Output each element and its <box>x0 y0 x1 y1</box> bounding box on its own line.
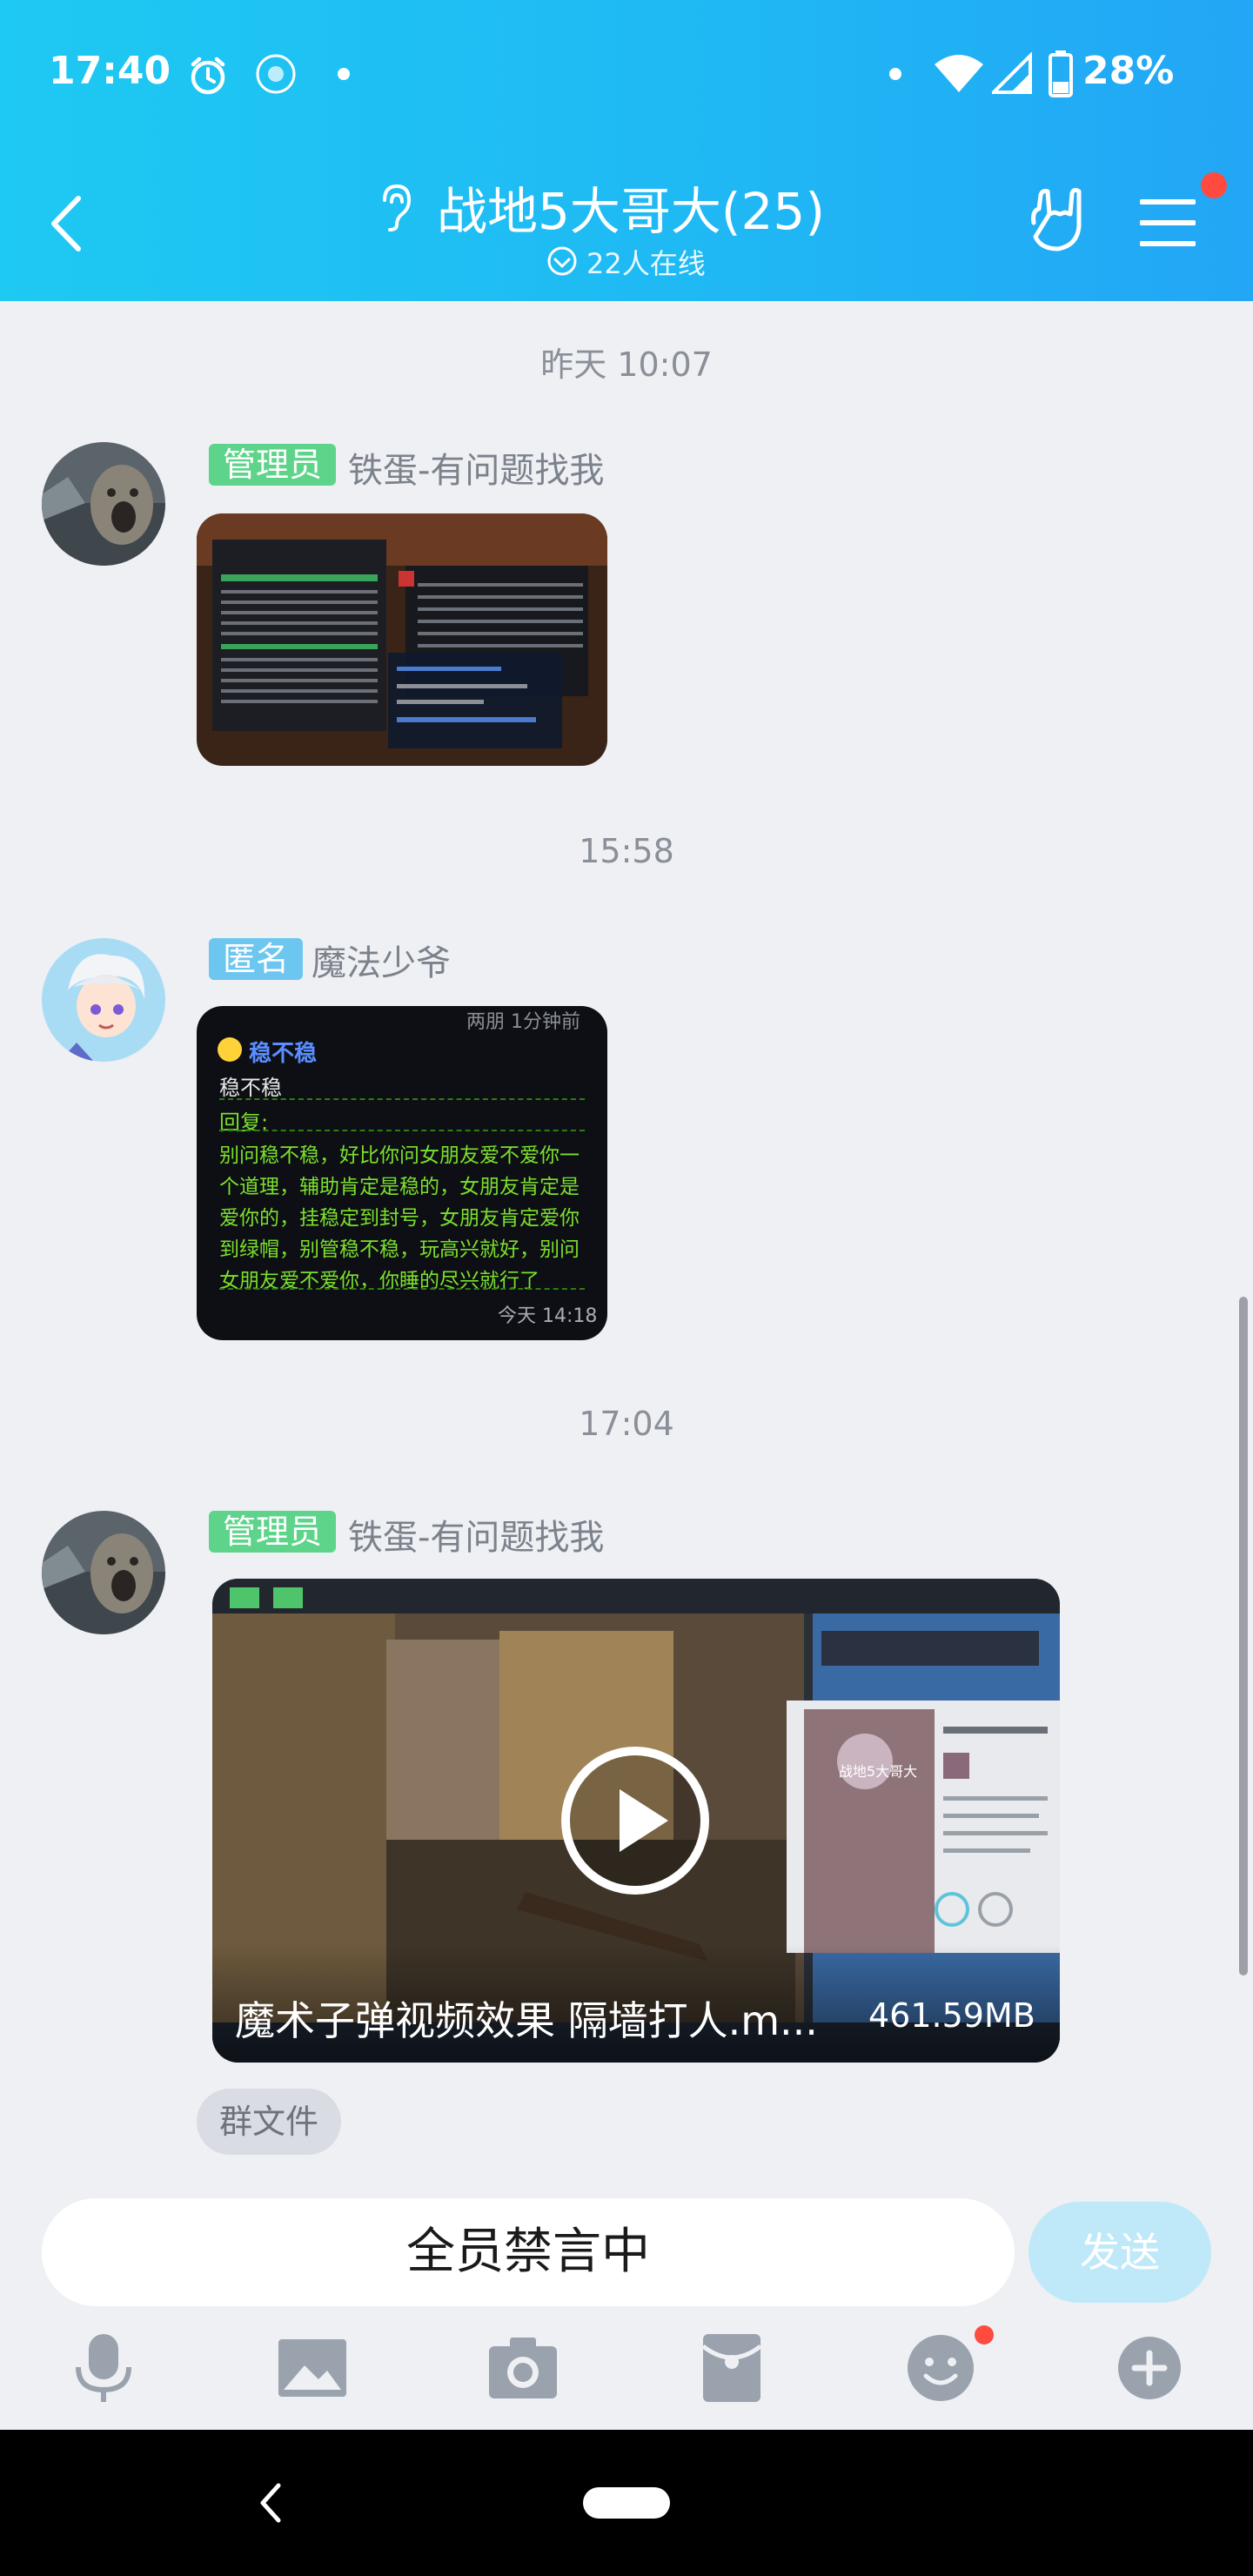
anonymous-badge: 匿名 <box>209 938 304 980</box>
avatar[interactable] <box>42 1511 165 1634</box>
admin-badge: 管理员 <box>209 1511 337 1553</box>
home-pill[interactable] <box>583 2487 670 2519</box>
image-message[interactable]: 两朋 1分钟前 稳不稳 稳不稳 回复: 别问稳不稳，好比你问女朋友爱不爱你一 个… <box>197 1006 607 1340</box>
alarm-icon <box>191 57 225 95</box>
rock-hand-icon[interactable] <box>1023 188 1093 254</box>
scrollbar[interactable] <box>1239 1297 1248 1976</box>
sender-name[interactable]: 铁蛋-有问题找我 <box>348 442 604 493</box>
sender-name[interactable]: 魔法少爷 <box>312 935 451 985</box>
video-size: 461.59MB <box>868 1996 1035 2035</box>
admin-badge: 管理员 <box>209 444 337 486</box>
timestamp-separator: 17:04 <box>579 1405 674 1443</box>
red-packet-icon[interactable] <box>693 2329 771 2407</box>
app-notification-icon <box>256 54 296 94</box>
sender-name[interactable]: 铁蛋-有问题找我 <box>348 1509 604 1560</box>
plus-icon[interactable] <box>1110 2329 1189 2407</box>
notification-dot <box>338 68 350 80</box>
nav-back-icon[interactable] <box>258 2482 284 2524</box>
video-message[interactable]: 战地5大哥大 魔术子弹视频效果 隔墙打人.m... 461.59MB <box>212 1579 1060 2063</box>
battery-level: 28% <box>1082 49 1175 93</box>
battery-icon <box>1049 50 1073 97</box>
ear-mode-icon[interactable] <box>374 181 416 233</box>
microphone-icon[interactable] <box>64 2329 143 2407</box>
signal-icon <box>992 52 1032 94</box>
status-time: 17:40 <box>49 49 171 93</box>
group-file-tag[interactable]: 群文件 <box>197 2089 342 2155</box>
notification-dot <box>889 68 901 80</box>
image-icon[interactable] <box>273 2329 352 2407</box>
send-button[interactable]: 发送 <box>1029 2202 1211 2303</box>
back-arrow-icon[interactable] <box>45 193 89 254</box>
timestamp-separator: 昨天 10:07 <box>540 345 713 384</box>
menu-icon[interactable] <box>1140 197 1196 249</box>
chat-header: 17:40 28% 战地5大哥大(25) 22人在线 <box>0 0 1253 301</box>
wifi-icon <box>935 55 983 92</box>
online-status-icon <box>547 246 577 276</box>
image-message[interactable] <box>197 513 607 766</box>
avatar[interactable] <box>42 938 165 1062</box>
video-title: 魔术子弹视频效果 隔墙打人.m... <box>235 1997 818 2044</box>
message-input-muted[interactable]: 全员禁言中 <box>42 2198 1015 2306</box>
system-nav-bar <box>0 2430 1253 2576</box>
play-icon[interactable] <box>559 1744 712 1897</box>
timestamp-separator: 15:58 <box>579 832 674 870</box>
menu-badge-dot <box>1201 172 1227 198</box>
emoji-badge-dot <box>975 2325 994 2345</box>
camera-icon[interactable] <box>484 2329 562 2407</box>
smiley-icon <box>218 1037 242 1062</box>
online-count: 22人在线 <box>586 247 706 280</box>
group-title: 战地5大哥大(25) <box>437 182 825 241</box>
avatar[interactable] <box>42 442 165 566</box>
emoji-icon[interactable] <box>901 2329 980 2407</box>
